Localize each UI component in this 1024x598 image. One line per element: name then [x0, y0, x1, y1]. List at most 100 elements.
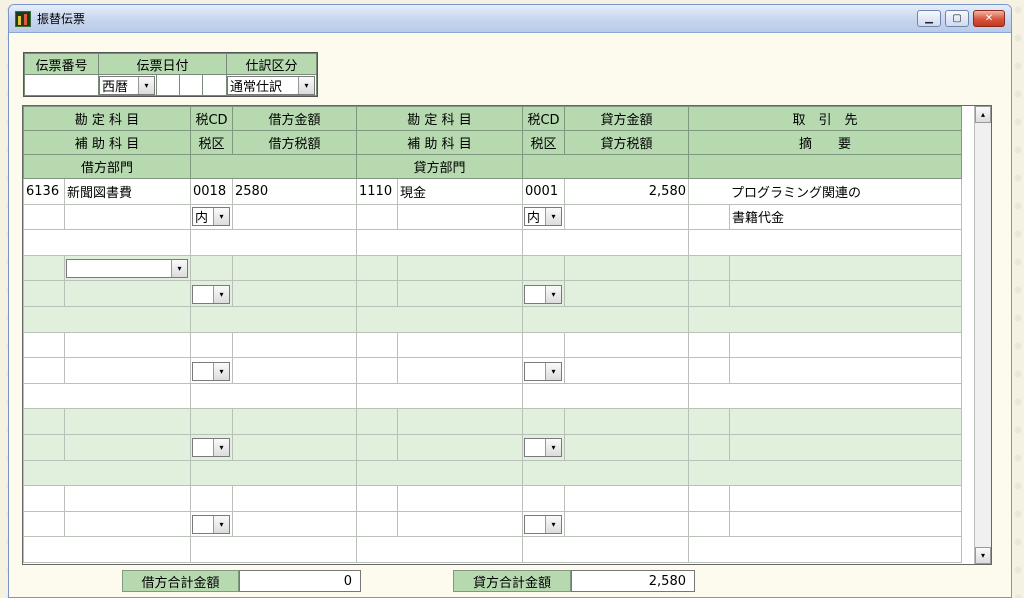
credit-sub-name[interactable]: [397, 433, 523, 461]
memo-text[interactable]: [728, 280, 963, 307]
credit-sub-name[interactable]: [397, 357, 523, 384]
partner-code[interactable]: [688, 408, 730, 435]
credit-tax-cd[interactable]: [522, 331, 565, 359]
partner-text[interactable]: [728, 485, 963, 512]
credit-account-name[interactable]: 現金: [397, 178, 523, 205]
debit-sub-code[interactable]: [23, 280, 65, 307]
credit-tax-cd[interactable]: 0001: [522, 178, 565, 205]
maximize-button[interactable]: ▢: [945, 10, 969, 27]
blank-cell[interactable]: [190, 536, 357, 563]
debit-amount[interactable]: 2580: [232, 178, 357, 205]
debit-dept[interactable]: [23, 229, 191, 256]
debit-tax[interactable]: [232, 280, 357, 307]
credit-sub-code[interactable]: [356, 510, 398, 538]
debit-account-name[interactable]: 新聞図書費: [64, 178, 191, 205]
debit-account-select[interactable]: ▾: [64, 254, 191, 282]
debit-sub-code[interactable]: [23, 433, 65, 461]
credit-sub-code[interactable]: [356, 357, 398, 384]
debit-sub-name[interactable]: [64, 357, 191, 384]
memo-code[interactable]: [688, 357, 730, 384]
vertical-scrollbar[interactable]: ▴ ▾: [974, 106, 991, 564]
blank-cell[interactable]: [190, 305, 357, 333]
credit-dept[interactable]: [356, 536, 523, 563]
debit-sub-code[interactable]: [23, 357, 65, 384]
chevron-down-icon[interactable]: ▾: [213, 208, 229, 226]
debit-sub-code[interactable]: [23, 203, 65, 231]
debit-tax[interactable]: [232, 433, 357, 461]
blank-cell[interactable]: [522, 382, 689, 410]
credit-dept[interactable]: [356, 229, 523, 256]
debit-account-code[interactable]: 6136: [23, 178, 65, 205]
debit-tax-kbn-select[interactable]: ▾: [190, 510, 233, 538]
debit-tax-kbn-select[interactable]: ▾: [190, 433, 233, 461]
debit-account-name[interactable]: [64, 331, 191, 359]
scroll-up-icon[interactable]: ▴: [975, 106, 991, 123]
debit-sub-name[interactable]: [64, 203, 191, 231]
credit-tax-kbn-select[interactable]: 内 ▾: [522, 203, 565, 231]
credit-amount[interactable]: [564, 331, 689, 359]
date-year-input[interactable]: [156, 74, 180, 96]
credit-account-name[interactable]: [397, 254, 523, 282]
credit-tax-cd[interactable]: [522, 485, 565, 512]
credit-tax[interactable]: [564, 280, 689, 307]
debit-tax[interactable]: [232, 510, 357, 538]
debit-account-name[interactable]: [64, 408, 191, 435]
debit-sub-code[interactable]: [23, 510, 65, 538]
blank-cell[interactable]: [687, 382, 963, 410]
voucher-no-input[interactable]: [24, 74, 99, 96]
chevron-down-icon[interactable]: ▾: [545, 439, 561, 457]
chevron-down-icon[interactable]: ▾: [213, 439, 229, 457]
blank-cell[interactable]: [190, 382, 357, 410]
partner-code[interactable]: [688, 254, 730, 282]
era-select[interactable]: 西暦 ▾: [98, 74, 157, 96]
credit-tax-kbn-select[interactable]: ▾: [522, 510, 565, 538]
credit-dept[interactable]: [356, 305, 523, 333]
blank-cell[interactable]: [687, 459, 963, 487]
blank-cell[interactable]: [190, 459, 357, 487]
memo-text[interactable]: [728, 433, 963, 461]
blank-cell[interactable]: [190, 229, 357, 256]
debit-tax-cd[interactable]: [190, 408, 233, 435]
credit-amount[interactable]: 2,580: [564, 178, 689, 205]
credit-sub-code[interactable]: [356, 203, 398, 231]
chevron-down-icon[interactable]: ▾: [545, 362, 561, 380]
memo-code[interactable]: [688, 433, 730, 461]
credit-account-name[interactable]: [397, 331, 523, 359]
debit-sub-name[interactable]: [64, 280, 191, 307]
debit-account-code[interactable]: [23, 408, 65, 435]
credit-tax-kbn-select[interactable]: ▾: [522, 280, 565, 307]
chevron-down-icon[interactable]: ▾: [298, 76, 314, 94]
credit-amount[interactable]: [564, 408, 689, 435]
debit-sub-name[interactable]: [64, 433, 191, 461]
partner-text[interactable]: プログラミング関連の: [687, 178, 963, 205]
partner-text[interactable]: [728, 331, 963, 359]
debit-amount[interactable]: [232, 254, 357, 282]
close-button[interactable]: ✕: [973, 10, 1005, 27]
partner-code[interactable]: [688, 485, 730, 512]
blank-cell[interactable]: [687, 229, 963, 256]
credit-tax-kbn-select[interactable]: ▾: [522, 357, 565, 384]
chevron-down-icon[interactable]: ▾: [545, 285, 561, 303]
debit-tax[interactable]: [232, 203, 357, 231]
partner-text[interactable]: [728, 408, 963, 435]
debit-tax-kbn-select[interactable]: 内 ▾: [190, 203, 233, 231]
title-bar[interactable]: 振替伝票 ▁ ▢ ✕: [9, 5, 1011, 33]
memo-text[interactable]: [728, 510, 963, 538]
date-day-input[interactable]: [202, 74, 227, 96]
credit-account-code[interactable]: 1110: [356, 178, 398, 205]
credit-sub-name[interactable]: [397, 203, 523, 231]
credit-account-code[interactable]: [356, 485, 398, 512]
debit-amount[interactable]: [232, 408, 357, 435]
chevron-down-icon[interactable]: ▾: [213, 362, 229, 380]
credit-dept[interactable]: [356, 382, 523, 410]
credit-account-name[interactable]: [397, 485, 523, 512]
credit-sub-name[interactable]: [397, 280, 523, 307]
credit-account-code[interactable]: [356, 331, 398, 359]
credit-account-code[interactable]: [356, 408, 398, 435]
chevron-down-icon[interactable]: ▾: [138, 76, 154, 94]
chevron-down-icon[interactable]: ▾: [545, 208, 561, 226]
memo-code[interactable]: [688, 280, 730, 307]
credit-tax[interactable]: [564, 433, 689, 461]
debit-tax-kbn-select[interactable]: ▾: [190, 357, 233, 384]
debit-amount[interactable]: [232, 485, 357, 512]
